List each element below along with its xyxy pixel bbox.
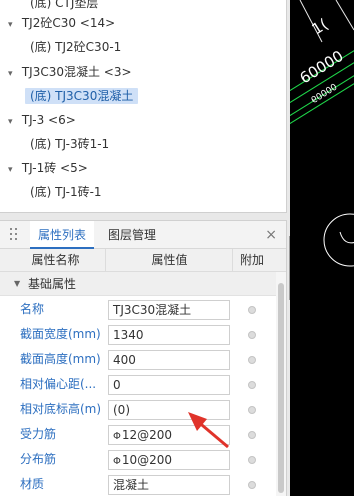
attach-checkbox[interactable] <box>248 406 256 414</box>
attach-checkbox[interactable] <box>248 481 256 489</box>
cad-arc <box>339 231 354 244</box>
tree-item-label: TJ-1砖 <5> <box>21 161 88 175</box>
tree-item-tj-1-1[interactable]: (底) TJ-1砖-1 <box>30 181 102 203</box>
property-name: 相对偏心距(... <box>20 377 97 391</box>
property-value-input[interactable]: 混凝土 <box>108 475 230 495</box>
property-group-basic[interactable]: ▼ 基础属性 <box>0 272 286 296</box>
property-value-input[interactable]: 1340 <box>108 325 230 345</box>
cad-circle <box>323 213 354 267</box>
property-row: 截面宽度(mm) 1340 <box>0 322 286 347</box>
property-name: 相对底标高(m) <box>20 402 102 416</box>
attach-checkbox[interactable] <box>248 356 256 364</box>
property-row: 名称 TJ3C30混凝土 <box>0 297 286 322</box>
property-row: 分布筋 Φ10@200 <box>0 447 286 472</box>
tree-item-tj2-1[interactable]: (底) TJ2砼C30-1 <box>30 36 121 58</box>
tab-property-list[interactable]: 属性列表 <box>30 221 95 249</box>
tree-item-label: (底) TJ2砼C30-1 <box>30 40 122 54</box>
property-name: 截面宽度(mm) <box>20 327 101 341</box>
property-value-input[interactable]: (0) <box>108 400 230 420</box>
property-value-input[interactable]: TJ3C30混凝土 <box>108 300 230 320</box>
column-header-value: 属性值 <box>107 249 233 272</box>
collapse-arrow-icon[interactable]: ▾ <box>8 14 18 36</box>
attach-checkbox[interactable] <box>248 456 256 464</box>
close-icon[interactable]: × <box>265 227 277 243</box>
property-name: 受力筋 <box>20 427 57 441</box>
tree-group-tj-1[interactable]: ▾ TJ-1砖 <5> <box>8 157 88 179</box>
attach-checkbox[interactable] <box>248 431 256 439</box>
drag-grip-icon[interactable] <box>10 228 18 242</box>
tree-group-tj3[interactable]: ▾ TJ3C30混凝土 <3> <box>8 61 132 83</box>
property-row: 相对底标高(m) (0) <box>0 397 286 422</box>
rebar-value-input[interactable]: Φ10@200 <box>108 450 230 470</box>
column-header-extra: 附加 <box>239 253 264 267</box>
tree-item-label: (底) TJ-3砖1-1 <box>30 137 110 151</box>
rebar-spec: 12@200 <box>121 428 173 442</box>
panel-tab-bar: 属性列表 图层管理 × <box>0 221 286 249</box>
property-name: 材质 <box>20 477 45 491</box>
property-name: 截面高度(mm) <box>20 352 101 366</box>
property-row: 截面高度(mm) 400 <box>0 347 286 372</box>
cad-line <box>335 0 354 31</box>
collapse-arrow-icon[interactable]: ▾ <box>8 63 18 85</box>
cad-line <box>290 83 354 125</box>
rebar-spec: 10@200 <box>121 453 173 467</box>
triangle-down-icon[interactable]: ▼ <box>14 272 20 296</box>
property-name: 分布筋 <box>20 452 57 466</box>
property-value-input[interactable]: 0 <box>108 375 230 395</box>
property-group-label: 基础属性 <box>28 277 77 291</box>
tree-item-label: TJ3C30混凝土 <3> <box>21 65 132 79</box>
tree-item-tj3-selected[interactable]: (底) TJ3C30混凝土 <box>25 85 139 107</box>
column-header-name: 属性名称 <box>6 249 106 272</box>
property-value-input[interactable]: 400 <box>108 350 230 370</box>
cad-dim-top: 1( <box>309 15 332 38</box>
tree-group-tj2[interactable]: ▾ TJ2砼C30 <14> <box>8 12 115 34</box>
cad-drawing-canvas[interactable]: 1( 60000 60000 <box>290 0 354 496</box>
attach-checkbox[interactable] <box>248 381 256 389</box>
collapse-arrow-icon[interactable]: ▾ <box>8 111 18 133</box>
attach-checkbox[interactable] <box>248 331 256 339</box>
rebar-grade-icon: Φ <box>113 431 121 442</box>
property-name: 名称 <box>20 302 45 316</box>
tree-item-label: TJ-3 <6> <box>21 113 76 127</box>
tree-item-label: (底) TJ-1砖-1 <box>30 185 102 199</box>
property-table-header: 属性名称 属性值 附加 <box>0 249 286 272</box>
property-row: 材质 混凝土 <box>0 472 286 496</box>
component-tree: (底) CTJ垫层 ▾ TJ2砼C30 <14> (底) TJ2砼C30-1 ▾… <box>0 0 287 213</box>
tree-item-tj-3-1[interactable]: (底) TJ-3砖1-1 <box>30 133 109 155</box>
properties-panel: 属性列表 图层管理 × 属性名称 属性值 附加 ▼ 基础属性 名称 TJ3C30… <box>0 220 287 496</box>
cad-drawing: 1( 60000 60000 <box>290 0 354 267</box>
tree-item-label: TJ2砼C30 <14> <box>21 16 116 30</box>
cad-dimension-label-mirrored: 60000 <box>308 80 338 104</box>
tab-layer-management[interactable]: 图层管理 <box>100 221 164 249</box>
cad-dimension-label: 60000 <box>297 47 347 88</box>
rebar-grade-icon: Φ <box>113 456 121 467</box>
tree-group-tj-3[interactable]: ▾ TJ-3 <6> <box>8 109 76 131</box>
rebar-value-input[interactable]: Φ12@200 <box>108 425 230 445</box>
tree-item-label: (底) CTJ垫层 <box>30 0 99 10</box>
attach-checkbox[interactable] <box>248 306 256 314</box>
scrollbar-thumb[interactable] <box>278 283 284 493</box>
tree-item-label: (底) TJ3C30混凝土 <box>25 88 139 104</box>
property-row: 受力筋 Φ12@200 <box>0 422 286 447</box>
property-row: 相对偏心距(... 0 <box>0 372 286 397</box>
collapse-arrow-icon[interactable]: ▾ <box>8 159 18 181</box>
